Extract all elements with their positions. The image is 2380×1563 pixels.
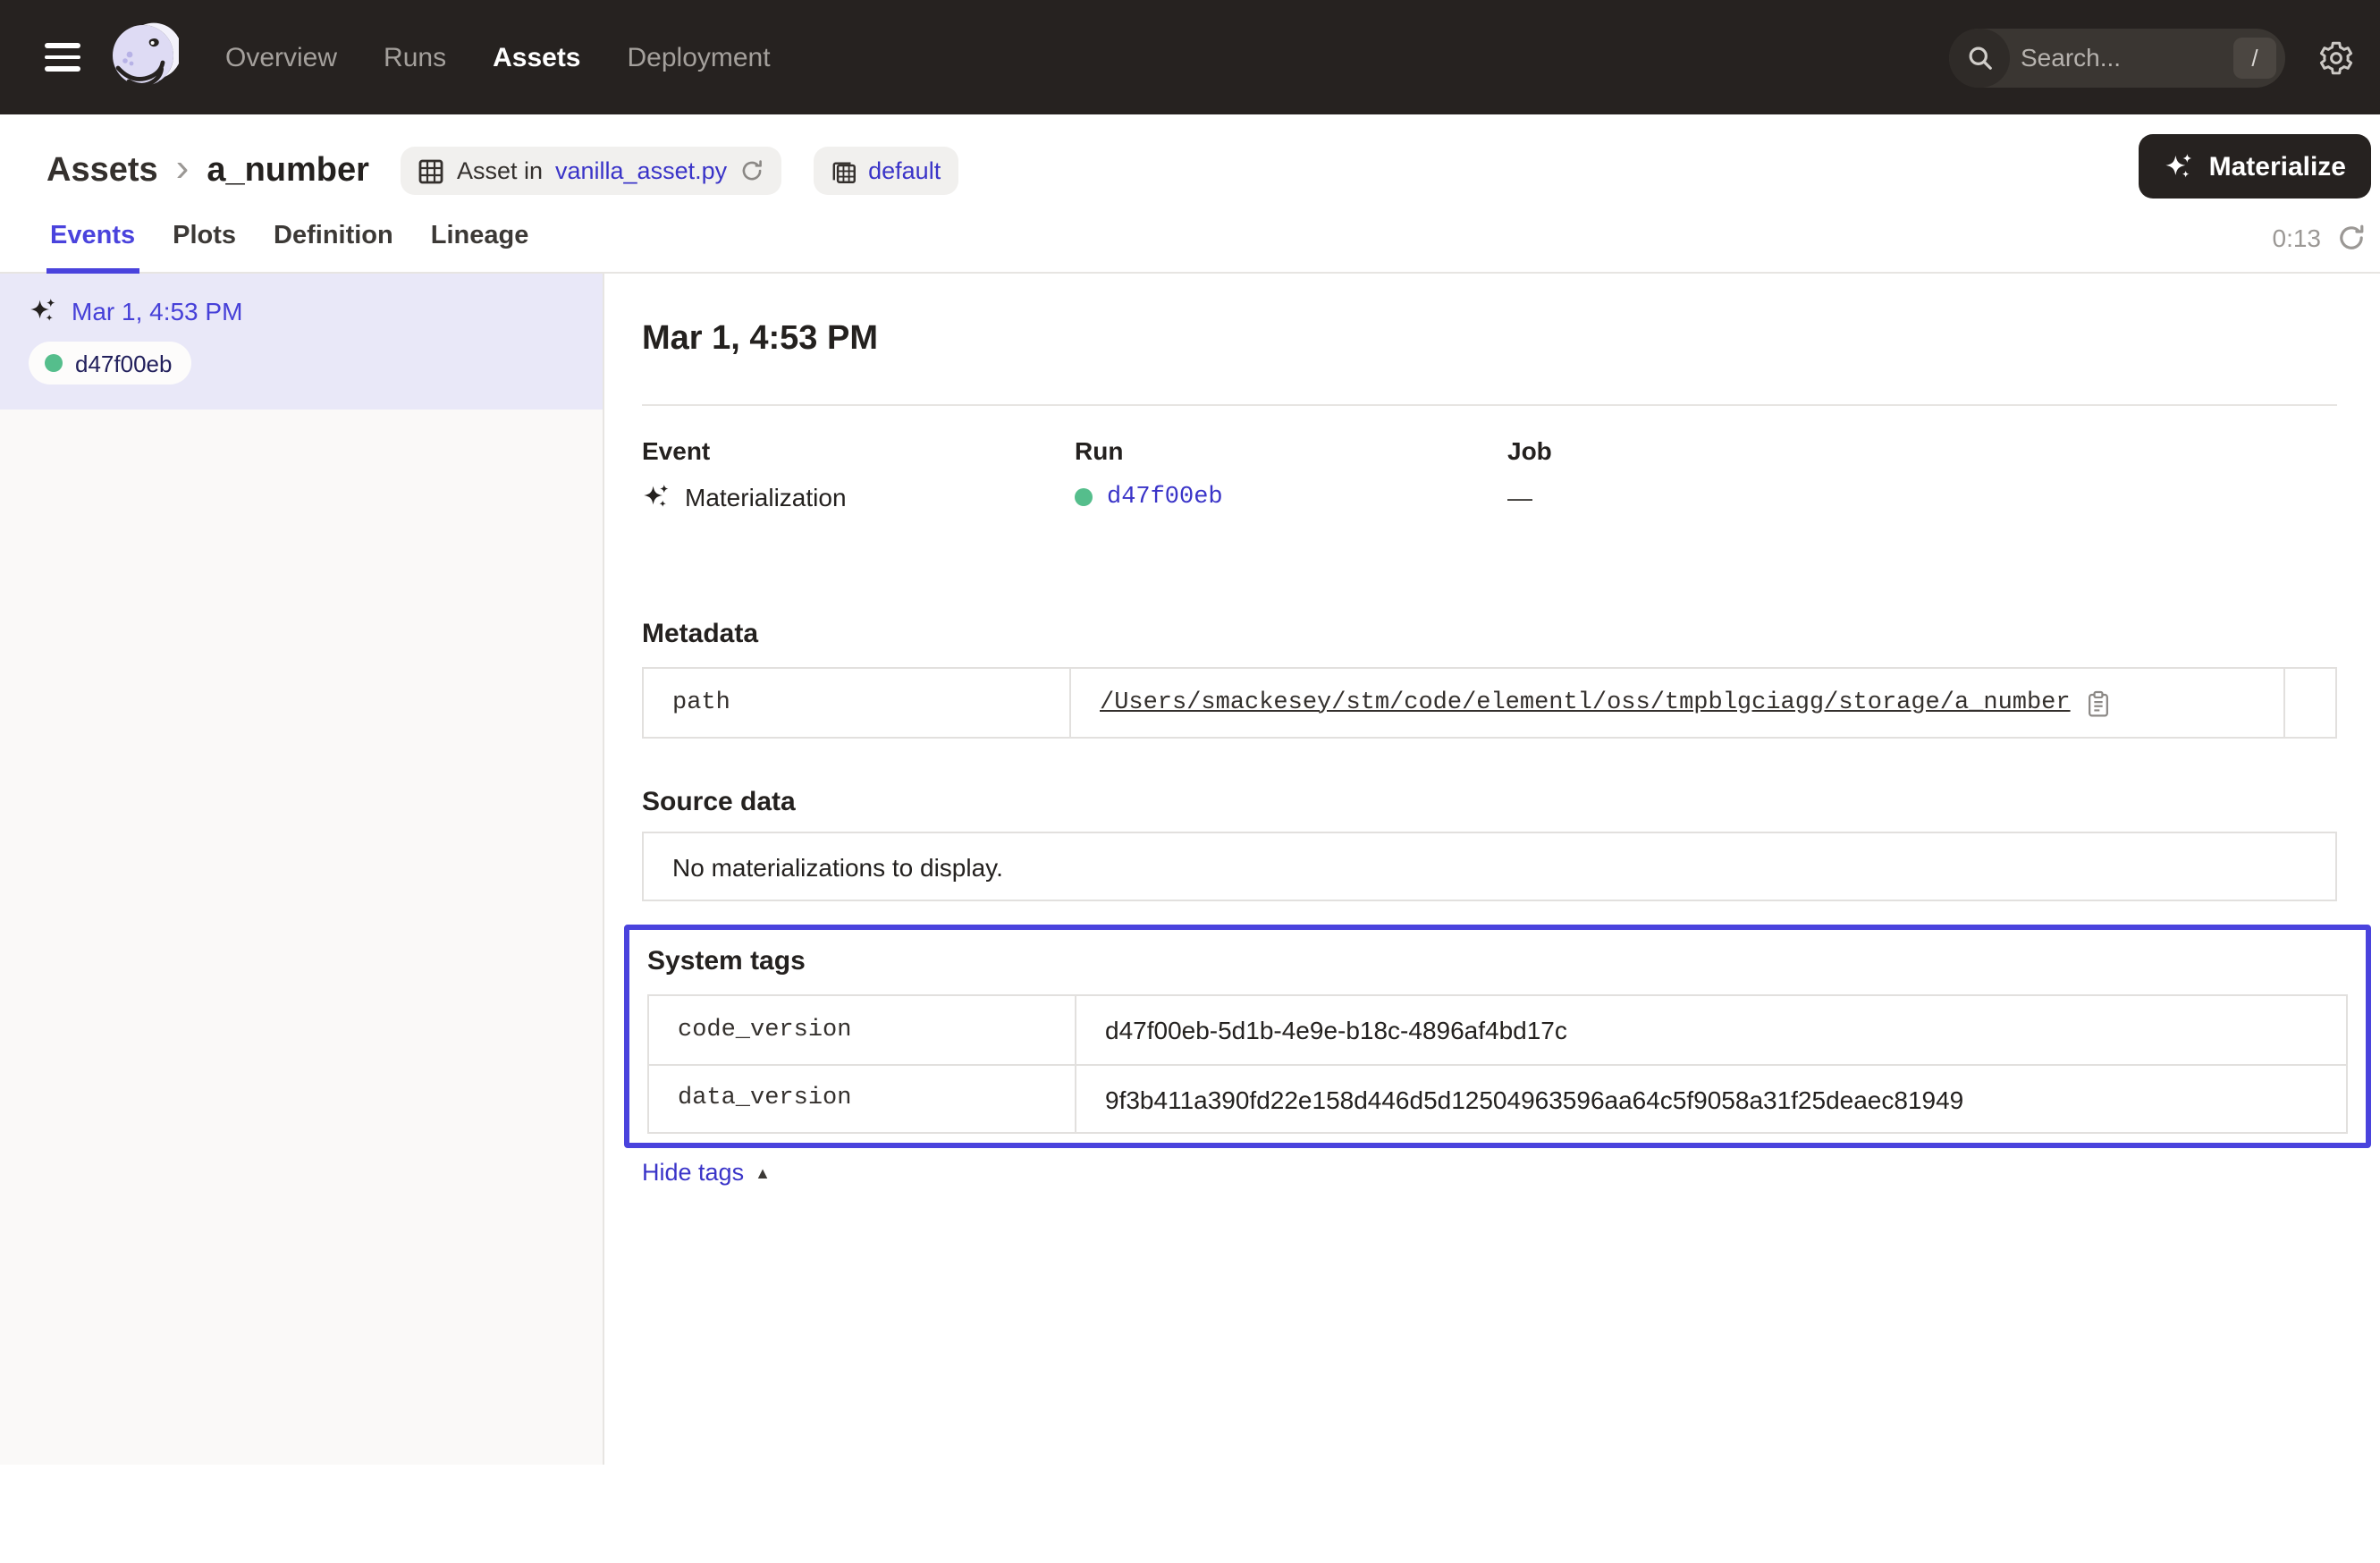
run-status-dot <box>1075 488 1093 506</box>
job-cell: — <box>1507 483 2337 511</box>
metadata-key: path <box>644 669 1071 737</box>
hide-tags-link[interactable]: Hide tags ▲ <box>642 1159 2337 1186</box>
copy-clipboard-icon[interactable] <box>2087 689 2110 716</box>
event-summary-table: Event Run Job Materialization <box>642 436 2337 511</box>
settings-gear-icon[interactable] <box>2317 38 2355 76</box>
top-nav: Overview Runs Assets Deployment / <box>0 0 2380 114</box>
table-row: code_version d47f00eb-5d1b-4e9e-b18c-489… <box>649 996 2346 1064</box>
group-pill: default <box>813 147 958 195</box>
metadata-path-link[interactable]: /Users/smackesey/stm/code/elementl/oss/t… <box>1100 689 2071 716</box>
code-location-pill: Asset in vanilla_asset.py <box>401 147 781 195</box>
nav-item-overview[interactable]: Overview <box>225 42 337 72</box>
code-location-link[interactable]: vanilla_asset.py <box>555 157 727 184</box>
refresh-countdown: 0:13 <box>2273 224 2322 252</box>
metadata-heading: Metadata <box>642 619 2337 649</box>
breadcrumb: Assets › a_number Asset in vanilla_asset… <box>0 114 2380 197</box>
app-window: Overview Runs Assets Deployment / Ass <box>0 0 2380 1563</box>
event-detail-title: Mar 1, 4:53 PM <box>642 320 2337 359</box>
run-id-badge-label: d47f00eb <box>75 350 172 376</box>
table-row: path /Users/smackesey/stm/code/elementl/… <box>644 669 2335 737</box>
job-column-header: Job <box>1507 436 2337 465</box>
run-column-header: Run <box>1075 436 1507 465</box>
materialization-sparkle-icon <box>642 483 671 511</box>
hamburger-menu-icon[interactable] <box>45 43 80 72</box>
primary-nav: Overview Runs Assets Deployment <box>225 42 771 72</box>
run-id-link[interactable]: d47f00eb <box>1107 484 1223 511</box>
materialization-sparkle-icon <box>29 297 57 325</box>
search-icon <box>1949 28 2010 87</box>
system-tags-table: code_version d47f00eb-5d1b-4e9e-b18c-489… <box>647 994 2348 1134</box>
run-cell: d47f00eb <box>1075 483 1507 511</box>
metadata-actions-cell <box>2283 669 2335 737</box>
table-row: data_version 9f3b411a390fd22e158d446d5d1… <box>649 1064 2346 1132</box>
dagster-logo-icon[interactable] <box>107 21 179 93</box>
hide-tags-label: Hide tags <box>642 1159 744 1186</box>
breadcrumb-chevron-icon: › <box>176 148 190 193</box>
system-tag-value: d47f00eb-5d1b-4e9e-b18c-4896af4bd17c <box>1076 996 2346 1064</box>
caret-up-icon: ▲ <box>755 1163 771 1181</box>
page-title: a_number <box>207 151 369 190</box>
event-type-cell: Materialization <box>642 483 1075 511</box>
group-repo-icon <box>831 158 856 183</box>
global-search[interactable]: / <box>1949 28 2285 87</box>
event-detail-panel: Mar 1, 4:53 PM Event Run Job <box>604 274 2380 1465</box>
materialize-button-label: Materialize <box>2209 151 2346 182</box>
source-data-empty-message: No materializations to display. <box>642 832 2337 901</box>
materialize-button[interactable]: Materialize <box>2139 134 2371 199</box>
run-id-badge[interactable]: d47f00eb <box>29 342 191 384</box>
tab-lineage[interactable]: Lineage <box>427 222 533 272</box>
nav-item-assets[interactable]: Assets <box>493 42 580 72</box>
sparkle-icon <box>2165 151 2195 182</box>
divider <box>642 404 2337 406</box>
asset-grid-icon <box>419 158 444 183</box>
nav-item-deployment[interactable]: Deployment <box>628 42 771 72</box>
system-tag-key: data_version <box>649 1066 1076 1132</box>
refresh-area: 0:13 <box>2273 224 2367 272</box>
tab-bar: Events Plots Definition Lineage 0:13 <box>0 197 2380 274</box>
system-tag-value: 9f3b411a390fd22e158d446d5d12504963596aa6… <box>1076 1066 2346 1132</box>
event-timestamp-link[interactable]: Mar 1, 4:53 PM <box>72 297 242 325</box>
event-list-item-selected[interactable]: Mar 1, 4:53 PM d47f00eb <box>0 274 603 410</box>
run-status-dot <box>45 354 63 372</box>
content-area: Mar 1, 4:53 PM d47f00eb Mar 1, 4:53 PM E… <box>0 274 2380 1465</box>
event-column-header: Event <box>642 436 1075 465</box>
metadata-table: path /Users/smackesey/stm/code/elementl/… <box>642 667 2337 739</box>
group-link[interactable]: default <box>868 157 941 184</box>
event-list-sidebar: Mar 1, 4:53 PM d47f00eb <box>0 274 604 1465</box>
job-empty-value: — <box>1507 483 1532 511</box>
search-input[interactable] <box>2010 43 2233 72</box>
system-tags-highlight-box: System tags code_version d47f00eb-5d1b-4… <box>624 925 2371 1148</box>
nav-item-runs[interactable]: Runs <box>384 42 446 72</box>
reload-code-location-icon[interactable] <box>739 159 763 182</box>
code-location-prefix: Asset in <box>457 157 543 184</box>
event-type-label: Materialization <box>685 483 847 511</box>
system-tags-heading: System tags <box>647 946 2348 976</box>
refresh-icon[interactable] <box>2337 224 2366 252</box>
page-header: Assets › a_number Asset in vanilla_asset… <box>0 114 2380 274</box>
search-shortcut-badge: / <box>2233 37 2276 78</box>
tab-events[interactable]: Events <box>46 222 139 272</box>
system-tag-key: code_version <box>649 996 1076 1064</box>
tab-definition[interactable]: Definition <box>270 222 397 272</box>
tab-plots[interactable]: Plots <box>169 222 240 272</box>
source-data-heading: Source data <box>642 787 2337 817</box>
breadcrumb-assets-link[interactable]: Assets <box>46 151 158 190</box>
